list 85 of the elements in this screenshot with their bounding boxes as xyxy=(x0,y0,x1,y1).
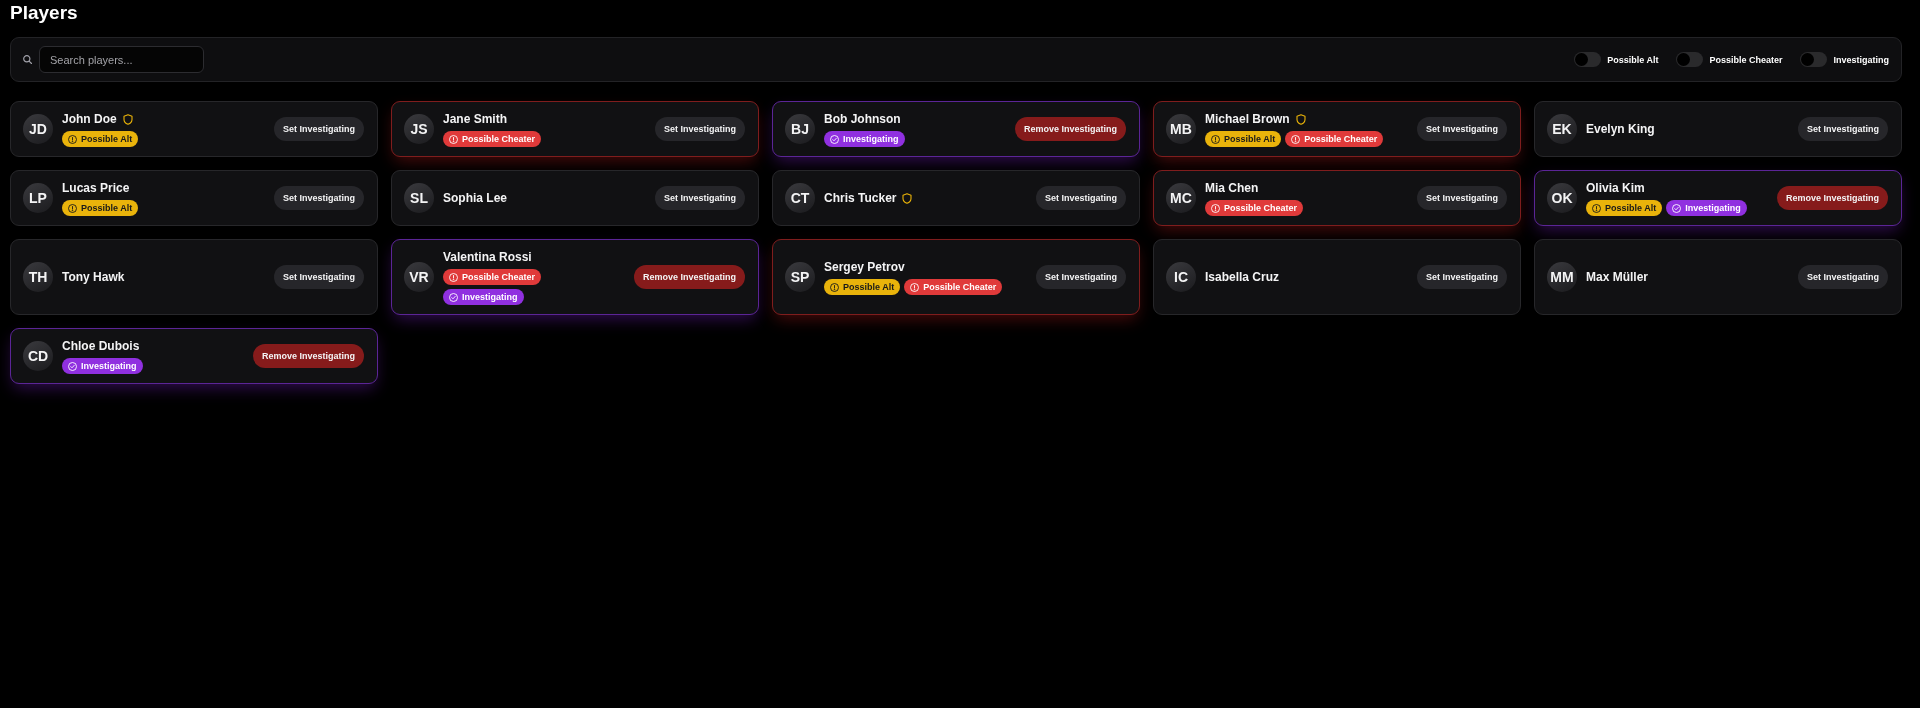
set-investigating-button[interactable]: Set Investigating xyxy=(1036,265,1126,289)
player-name: John Doe xyxy=(62,111,117,127)
player-name: Sophia Lee xyxy=(443,190,507,206)
badge-label: Possible Alt xyxy=(843,282,895,292)
set-investigating-button[interactable]: Set Investigating xyxy=(1036,186,1126,210)
set-investigating-button[interactable]: Set Investigating xyxy=(1417,265,1507,289)
search-icon xyxy=(23,55,32,64)
set-investigating-button[interactable]: Set Investigating xyxy=(1798,117,1888,141)
toggle-switch[interactable] xyxy=(1800,52,1828,67)
player-name: Chloe Dubois xyxy=(62,338,140,354)
player-name: Olivia Kim xyxy=(1586,180,1645,196)
toggle-switch[interactable] xyxy=(1676,52,1704,67)
badge-label: Investigating xyxy=(843,134,899,144)
player-name: Chris Tucker xyxy=(824,190,897,206)
badge-label: Investigating xyxy=(462,292,518,302)
player-name: Jane Smith xyxy=(443,111,508,127)
badge-label: Investigating xyxy=(81,361,137,371)
alert-circle-icon xyxy=(830,282,839,292)
check-circle-icon xyxy=(449,292,458,302)
badge-label: Investigating xyxy=(1685,203,1741,213)
alert-circle-icon xyxy=(1291,134,1301,144)
avatar: IC xyxy=(1166,262,1196,292)
player-name: Bob Johnson xyxy=(824,111,901,127)
avatar: SL xyxy=(404,183,434,213)
player-name: Lucas Price xyxy=(62,180,130,196)
alert-circle-icon xyxy=(1211,203,1220,213)
alert-circle-icon xyxy=(449,272,458,282)
set-investigating-button[interactable]: Set Investigating xyxy=(1798,265,1888,289)
player-name: Tony Hawk xyxy=(62,269,125,285)
badge-label: Possible Cheater xyxy=(1304,134,1378,144)
page-title: Players xyxy=(10,1,78,25)
player-name: Michael Brown xyxy=(1205,111,1290,127)
player-name: Valentina Rossi xyxy=(443,249,532,265)
avatar: SP xyxy=(785,262,815,292)
set-investigating-button[interactable]: Set Investigating xyxy=(655,186,745,210)
alert-circle-icon xyxy=(910,282,920,292)
check-circle-icon xyxy=(68,361,77,371)
badge-label: Possible Cheater xyxy=(1224,203,1298,213)
badge-label: Possible Cheater xyxy=(462,134,536,144)
check-circle-icon xyxy=(1672,203,1682,213)
avatar: JD xyxy=(23,114,53,144)
toggle-label: Possible Cheater xyxy=(1709,54,1783,65)
avatar: VR xyxy=(404,262,434,292)
remove-investigating-button[interactable]: Remove Investigating xyxy=(252,344,364,368)
avatar: BJ xyxy=(785,114,815,144)
toggle-label: Investigating xyxy=(1833,54,1889,65)
badge-label: Possible Alt xyxy=(81,203,133,213)
player-name: Mia Chen xyxy=(1205,180,1259,196)
set-investigating-button[interactable]: Set Investigating xyxy=(274,186,364,210)
toggle-label: Possible Alt xyxy=(1607,54,1659,65)
avatar: OK xyxy=(1547,183,1577,213)
alert-circle-icon xyxy=(68,134,77,144)
alert-circle-icon xyxy=(449,134,458,144)
player-name: Evelyn King xyxy=(1586,121,1655,137)
set-investigating-button[interactable]: Set Investigating xyxy=(274,265,364,289)
avatar: MM xyxy=(1547,262,1577,292)
avatar: JS xyxy=(404,114,434,144)
remove-investigating-button[interactable]: Remove Investigating xyxy=(633,265,745,289)
badge-label: Possible Cheater xyxy=(923,282,997,292)
avatar: MC xyxy=(1166,183,1196,213)
set-investigating-button[interactable]: Set Investigating xyxy=(1417,186,1507,210)
avatar: TH xyxy=(23,262,53,292)
search-field[interactable]: Search players... xyxy=(39,46,204,73)
alert-circle-icon xyxy=(68,203,77,213)
set-investigating-button[interactable]: Set Investigating xyxy=(655,117,745,141)
check-circle-icon xyxy=(830,134,839,144)
set-investigating-button[interactable]: Set Investigating xyxy=(274,117,364,141)
remove-investigating-button[interactable]: Remove Investigating xyxy=(1776,186,1888,210)
badge-label: Possible Cheater xyxy=(462,272,536,282)
avatar: EK xyxy=(1547,114,1577,144)
avatar: LP xyxy=(23,183,53,213)
alert-circle-icon xyxy=(1211,134,1220,144)
player-name: Sergey Petrov xyxy=(824,259,905,275)
badge-label: Possible Alt xyxy=(1224,134,1276,144)
toggle-switch[interactable] xyxy=(1574,52,1602,67)
avatar: MB xyxy=(1166,114,1196,144)
alert-circle-icon xyxy=(1592,203,1601,213)
remove-investigating-button[interactable]: Remove Investigating xyxy=(1014,117,1126,141)
avatar: CD xyxy=(23,341,53,371)
player-name: Isabella Cruz xyxy=(1205,269,1280,285)
avatar: CT xyxy=(785,183,815,213)
player-name: Max Müller xyxy=(1586,269,1648,285)
badge-label: Possible Alt xyxy=(81,134,133,144)
badge-label: Possible Alt xyxy=(1605,203,1657,213)
set-investigating-button[interactable]: Set Investigating xyxy=(1417,117,1507,141)
